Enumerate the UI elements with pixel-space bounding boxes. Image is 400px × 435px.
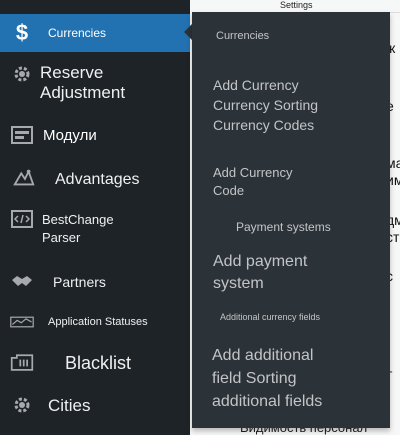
gear-icon — [10, 393, 34, 417]
chart-icon — [10, 310, 34, 334]
sidebar-item-reserve-adjustment[interactable]: Reserve Adjustment — [0, 60, 190, 110]
sidebar-item-label: Reserve Adjustment — [40, 63, 126, 103]
sidebar-item-label: Currencies — [48, 26, 107, 40]
currencies-submenu: Currencies Add Currency Currency Sorting… — [192, 12, 390, 428]
sidebar-item-advantages[interactable]: Advantages — [0, 162, 190, 194]
dollar-icon: $ — [15, 20, 29, 45]
blacklist-icon — [10, 351, 34, 375]
settings-tab-label: Settings — [280, 0, 313, 10]
sidebar-item-label: Application Statuses — [48, 316, 148, 328]
sidebar-item-modules[interactable]: Модули — [0, 120, 190, 150]
sidebar-item-blacklist[interactable]: Blacklist — [0, 348, 190, 378]
modules-icon — [10, 123, 34, 147]
submenu-add-currency-code[interactable]: Add Currency Code — [213, 164, 292, 200]
submenu-currency-links[interactable]: Add Currency Currency Sorting Currency C… — [213, 75, 318, 135]
sidebar-item-application-statuses[interactable]: Application Statuses — [0, 308, 190, 336]
submenu-additional-heading[interactable]: Additional currency fields — [220, 312, 320, 323]
submenu-add-payment-system[interactable]: Add payment system — [213, 251, 307, 296]
submenu-additional-fields[interactable]: Add additional field Sorting additional … — [212, 344, 322, 413]
submenu-pointer — [184, 24, 192, 40]
submenu-payment-heading[interactable]: Payment systems — [236, 220, 331, 235]
handshake-icon — [10, 269, 34, 293]
advantages-icon — [12, 166, 36, 190]
admin-sidebar: $ Currencies Reserve Adjustment Модули A… — [0, 0, 190, 435]
sidebar-item-bestchange-parser[interactable]: BestChange Parser — [0, 205, 190, 249]
sidebar-item-label: Cities — [48, 396, 91, 415]
submenu-heading[interactable]: Currencies — [216, 30, 269, 44]
sidebar-item-currencies[interactable]: $ Currencies — [0, 14, 190, 52]
sidebar-item-label: Blacklist — [65, 353, 132, 373]
sidebar-item-label: Partners — [53, 274, 106, 290]
code-icon — [10, 207, 34, 231]
sidebar-item-label: BestChange Parser — [42, 212, 114, 246]
sidebar-item-label: Advantages — [55, 171, 140, 188]
sidebar-item-label: Модули — [43, 127, 97, 144]
gear-icon — [10, 62, 34, 86]
sidebar-item-cities[interactable]: Cities — [0, 390, 190, 420]
sidebar-item-partners[interactable]: Partners — [0, 266, 190, 296]
